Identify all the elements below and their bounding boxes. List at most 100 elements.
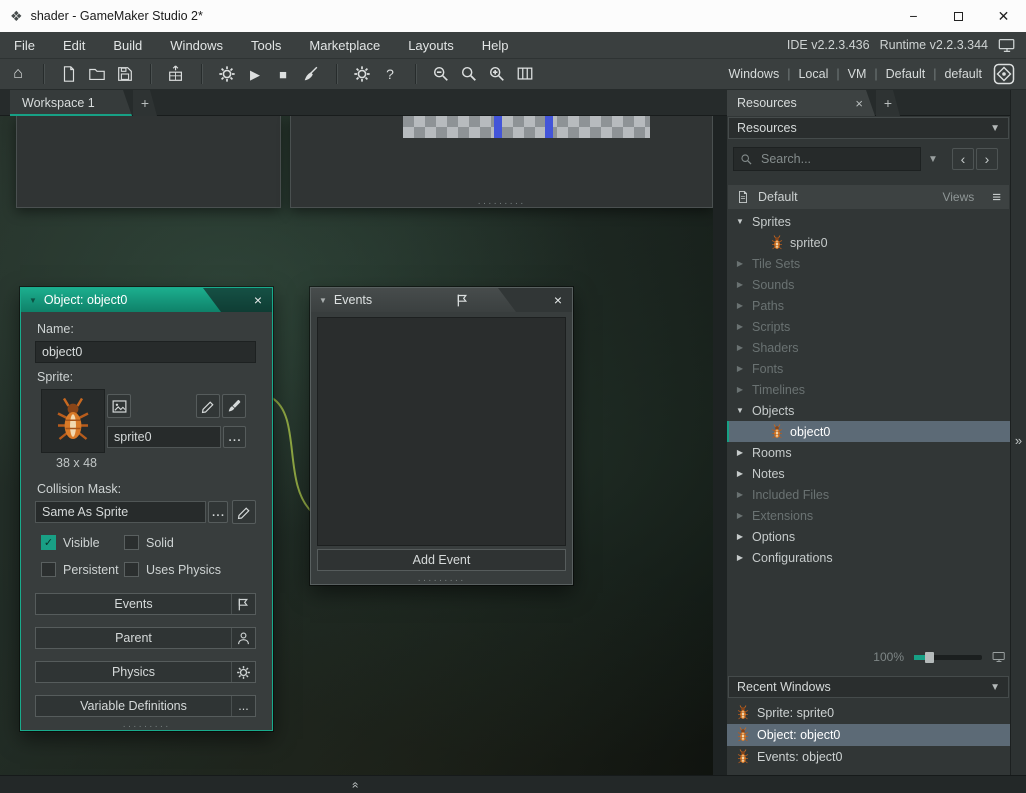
resource-tree-item[interactable]: object0 [727,421,1010,442]
help-button[interactable]: ? [378,62,402,86]
zoom-reset-button[interactable] [457,62,481,86]
zoom-slider[interactable] [914,651,982,663]
expander-icon[interactable] [735,364,745,373]
expander-icon[interactable] [735,469,745,478]
events-button[interactable]: Events [35,593,256,615]
expander-icon[interactable] [735,511,745,520]
sprite-select[interactable]: sprite0 [107,426,221,448]
search-next-button[interactable]: › [976,148,998,170]
resource-tree-item[interactable]: Paths [727,295,1010,316]
edit-image-button[interactable] [222,394,246,418]
resource-tree-item[interactable]: Tile Sets [727,253,1010,274]
resource-tree-item[interactable]: sprite0 [727,232,1010,253]
resize-dots[interactable]: ········· [291,198,712,209]
menu-item[interactable]: File [14,38,35,53]
default-view-row[interactable]: Default Views ≡ [728,185,1009,209]
partial-window-sprite-editor[interactable]: ········· [290,116,713,209]
new-project-button[interactable] [57,62,81,86]
close-icon[interactable]: × [546,288,570,312]
flag-icon[interactable] [231,594,255,614]
panel-splitter[interactable] [713,116,727,775]
resource-tree-item[interactable]: Rooms [727,442,1010,463]
object-name-input[interactable] [35,341,256,363]
resource-tree-item[interactable]: Extensions [727,505,1010,526]
expander-icon[interactable] [735,280,745,289]
collapsed-panel-strip[interactable]: » [1010,90,1026,775]
fit-view-icon[interactable] [992,651,1006,663]
expander-icon[interactable] [735,343,745,352]
expander-icon[interactable] [735,406,745,415]
new-panel-tab-button[interactable]: + [876,90,900,116]
close-icon[interactable]: × [246,288,270,312]
person-icon[interactable] [231,628,255,648]
resource-tree-item[interactable]: Shaders [727,337,1010,358]
target-option[interactable]: Windows [729,67,780,81]
minimize-button[interactable]: − [891,0,936,32]
maximize-button[interactable] [936,0,981,32]
ellipsis-icon[interactable]: ... [231,696,255,716]
target-device-button[interactable] [990,61,1018,87]
new-sprite-button[interactable] [107,394,131,418]
expander-icon[interactable] [735,217,745,226]
persistent-checkbox[interactable]: Persistent [41,562,119,577]
expander-icon[interactable] [735,490,745,499]
expander-icon[interactable] [735,553,745,562]
edit-collision-mask-button[interactable] [232,500,256,524]
expander-icon[interactable] [735,322,745,331]
target-option[interactable]: VM [828,67,867,81]
home-button[interactable]: ⌂ [6,62,30,86]
expander-icon[interactable] [735,448,745,457]
search-prev-button[interactable]: ‹ [952,148,974,170]
expander-icon[interactable] [735,385,745,394]
events-list[interactable] [317,317,566,546]
hamburger-menu-icon[interactable]: ≡ [992,189,1001,206]
recent-window-item[interactable]: Sprite: sprite0 [727,702,1010,724]
close-icon[interactable]: × [851,96,867,111]
resource-tree-item[interactable]: Timelines [727,379,1010,400]
game-options-button[interactable] [350,62,374,86]
clean-button[interactable] [299,62,323,86]
partial-window-left[interactable] [16,116,281,208]
menu-item[interactable]: Help [482,38,509,53]
stop-button[interactable]: ■ [271,62,295,86]
physics-button[interactable]: Physics [35,661,256,683]
workspace-tab[interactable]: Workspace 1 [10,90,132,116]
debug-button[interactable] [215,62,239,86]
resize-dots[interactable]: ········· [21,721,272,732]
layout-grid-button[interactable] [513,62,537,86]
parent-button[interactable]: Parent [35,627,256,649]
uses-physics-checkbox[interactable]: Uses Physics [124,562,221,577]
target-option[interactable]: default [925,67,982,81]
object-window-header[interactable]: ▼ Object: object0 × [21,288,272,312]
recent-window-item[interactable]: Object: object0 [727,724,1010,746]
resize-dots[interactable]: ········· [311,575,572,586]
monitor-icon[interactable] [998,38,1016,53]
visible-checkbox[interactable]: ✓ Visible [41,535,100,550]
sprite-thumbnail[interactable] [41,389,105,453]
resource-tree-item[interactable]: Options [727,526,1010,547]
collision-browse-button[interactable]: ... [208,501,228,523]
menu-item[interactable]: Edit [63,38,85,53]
recent-window-item[interactable]: Events: object0 [727,746,1010,768]
close-button[interactable]: ✕ [981,0,1026,32]
gear-icon[interactable] [231,662,255,682]
resource-tree-item[interactable]: Scripts [727,316,1010,337]
sprite-frame-strip[interactable] [403,116,650,138]
sprite-browse-button[interactable]: ... [223,426,246,448]
search-options-chevron-icon[interactable]: ▼ [928,154,938,165]
edit-sprite-button[interactable] [196,394,220,418]
collapse-output-icon[interactable]: » [347,782,361,789]
window-menu-icon[interactable]: ▼ [319,296,327,305]
new-workspace-tab-button[interactable]: + [133,90,157,116]
expander-icon[interactable] [735,301,745,310]
events-window-header[interactable]: ▼ Events × [311,288,572,312]
search-input[interactable] [759,151,914,167]
expander-icon[interactable] [735,259,745,268]
expand-panel-icon[interactable]: » [1015,433,1022,448]
resources-dropdown[interactable]: Resources ▼ [728,117,1009,139]
solid-checkbox[interactable]: Solid [124,535,174,550]
open-project-button[interactable] [85,62,109,86]
save-project-button[interactable] [113,62,137,86]
create-executable-button[interactable] [164,62,188,86]
menu-item[interactable]: Build [113,38,142,53]
